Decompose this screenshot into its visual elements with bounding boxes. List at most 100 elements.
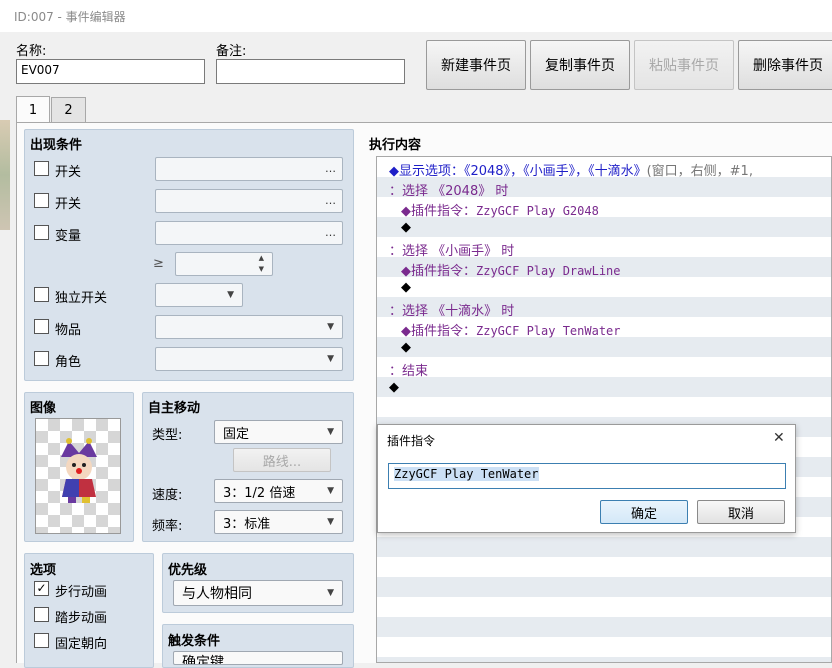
spinner-down-icon[interactable]: ▼ <box>259 265 264 273</box>
new-page-button[interactable]: 新建事件页 <box>426 40 526 90</box>
chevron-down-icon: ▼ <box>327 486 334 496</box>
step-anim-label: 踏步动画 <box>55 611 108 626</box>
item-label: 物品 <box>55 323 82 338</box>
command-plugin-3[interactable]: ◆插件指令：ZzyGCF Play TenWater <box>401 320 621 339</box>
jester-sprite-icon <box>61 438 97 503</box>
options-title: 选项 <box>30 563 57 578</box>
chevron-down-icon: ▼ <box>327 588 334 598</box>
dialog-close-icon[interactable]: ✕ <box>773 430 785 446</box>
walk-anim-label: 步行动画 <box>55 585 108 600</box>
dialog-ok-button[interactable]: 确定 <box>600 500 688 524</box>
switch2-field[interactable]: … <box>155 189 343 213</box>
chevron-down-icon: ▼ <box>327 517 334 527</box>
copy-page-button[interactable]: 复制事件页 <box>530 40 630 90</box>
name-input[interactable]: EV007 <box>16 59 205 84</box>
command-when-tenwater[interactable]: ：选择 《十滴水》 时 <box>389 300 514 319</box>
movement-frequency-value: 3：标准 <box>223 516 271 532</box>
plugin-text: ZzyGCF Play G2048 <box>476 204 599 218</box>
fixed-direction-label: 固定朝向 <box>55 637 108 652</box>
switch1-checkbox[interactable] <box>34 161 49 176</box>
plugin-command-value: ZzyGCF Play TenWater <box>394 467 539 481</box>
ellipsis-icon: … <box>325 226 336 239</box>
image-title: 图像 <box>30 401 57 416</box>
window-titlebar: ID:007 - 事件编辑器 <box>0 0 832 32</box>
movement-frequency-label: 频率: <box>152 519 183 534</box>
plugin-label: ◆插件指令： <box>401 204 476 219</box>
command-plugin-1[interactable]: ◆插件指令：ZzyGCF Play G2048 <box>401 200 599 219</box>
self-switch-checkbox[interactable] <box>34 287 49 302</box>
ellipsis-icon: … <box>325 162 336 175</box>
self-switch-label: 独立开关 <box>55 291 108 306</box>
movement-type-value: 固定 <box>223 426 250 442</box>
switch1-label: 开关 <box>55 165 82 180</box>
movement-speed-label: 速度: <box>152 488 183 503</box>
ellipsis-icon: … <box>325 194 336 207</box>
conditions-title: 出现条件 <box>30 138 83 153</box>
movement-title: 自主移动 <box>148 401 201 416</box>
plugin-label: ◆插件指令： <box>401 324 476 339</box>
priority-title: 优先级 <box>168 563 208 578</box>
plugin-text: ZzyGCF Play DrawLine <box>476 264 621 278</box>
trigger-title: 触发条件 <box>168 634 221 649</box>
command-plugin-2[interactable]: ◆插件指令：ZzyGCF Play DrawLine <box>401 260 621 279</box>
chevron-down-icon: ▼ <box>327 322 334 332</box>
ge-symbol: ≥ <box>153 256 164 271</box>
item-select[interactable]: ▼ <box>155 315 343 339</box>
priority-select[interactable]: 与人物相同 ▼ <box>173 580 343 606</box>
command-when-2048[interactable]: ：选择 《2048》 时 <box>389 180 508 199</box>
fixed-direction-checkbox[interactable] <box>34 633 49 648</box>
dialog-cancel-button[interactable]: 取消 <box>697 500 785 524</box>
actor-select[interactable]: ▼ <box>155 347 343 371</box>
command-empty-final[interactable]: ◆ <box>389 380 399 395</box>
switch2-checkbox[interactable] <box>34 193 49 208</box>
chevron-down-icon: ▼ <box>327 427 334 437</box>
command-list[interactable] <box>376 156 832 663</box>
name-label: 名称: <box>16 44 47 59</box>
window-title: ID:007 - 事件编辑器 <box>14 10 126 24</box>
self-switch-select[interactable]: ▼ <box>155 283 243 307</box>
variable-field[interactable]: … <box>155 221 343 245</box>
note-input[interactable] <box>216 59 405 84</box>
show-choices-text: ◆显示选项：《2048》，《小画手》，《十滴水》 <box>389 164 647 179</box>
chevron-down-icon: ▼ <box>227 290 234 300</box>
character-image-preview[interactable] <box>35 418 121 534</box>
command-end[interactable]: ：结束 <box>389 360 428 379</box>
note-label: 备注: <box>216 44 247 59</box>
priority-value: 与人物相同 <box>182 586 252 602</box>
movement-type-select[interactable]: 固定 ▼ <box>214 420 343 444</box>
switch2-label: 开关 <box>55 197 82 212</box>
dialog-title: 插件指令 <box>387 434 436 448</box>
chevron-down-icon: ▼ <box>327 354 334 364</box>
actor-checkbox[interactable] <box>34 351 49 366</box>
movement-type-label: 类型: <box>152 428 183 443</box>
movement-frequency-select[interactable]: 3：标准 ▼ <box>214 510 343 534</box>
background-window-edge <box>0 120 10 230</box>
walk-anim-checkbox[interactable]: ✓ <box>34 581 49 596</box>
trigger-value: 确定键 <box>182 655 224 665</box>
command-show-choices[interactable]: ◆显示选项：《2048》，《小画手》，《十滴水》(窗口，右侧，#1, <box>389 160 753 179</box>
spinner-up-icon[interactable]: ▲ <box>259 254 264 262</box>
plugin-label: ◆插件指令： <box>401 264 476 279</box>
variable-label: 变量 <box>55 229 82 244</box>
actor-label: 角色 <box>55 355 82 370</box>
tab-page-1[interactable]: 1 <box>16 96 50 123</box>
tab-page-2[interactable]: 2 <box>51 97 86 123</box>
item-checkbox[interactable] <box>34 319 49 334</box>
movement-speed-value: 3：1/2 倍速 <box>223 485 296 501</box>
command-empty-3[interactable]: ◆ <box>401 340 411 355</box>
variable-value-spinner[interactable]: ▲ ▼ <box>175 252 273 276</box>
content-title: 执行内容 <box>369 138 422 153</box>
plugin-command-input[interactable]: ZzyGCF Play TenWater <box>388 463 786 489</box>
command-empty-2[interactable]: ◆ <box>401 280 411 295</box>
show-choices-params: (窗口，右侧，#1, <box>646 164 753 179</box>
command-when-drawer[interactable]: ：选择 《小画手》 时 <box>389 240 514 259</box>
command-empty-1[interactable]: ◆ <box>401 220 411 235</box>
delete-page-button[interactable]: 删除事件页 <box>738 40 832 90</box>
variable-checkbox[interactable] <box>34 225 49 240</box>
switch1-field[interactable]: … <box>155 157 343 181</box>
plugin-text: ZzyGCF Play TenWater <box>476 324 621 338</box>
movement-speed-select[interactable]: 3：1/2 倍速 ▼ <box>214 479 343 503</box>
step-anim-checkbox[interactable] <box>34 607 49 622</box>
paste-page-button[interactable]: 粘贴事件页 <box>634 40 734 90</box>
route-button[interactable]: 路线... <box>233 448 331 472</box>
